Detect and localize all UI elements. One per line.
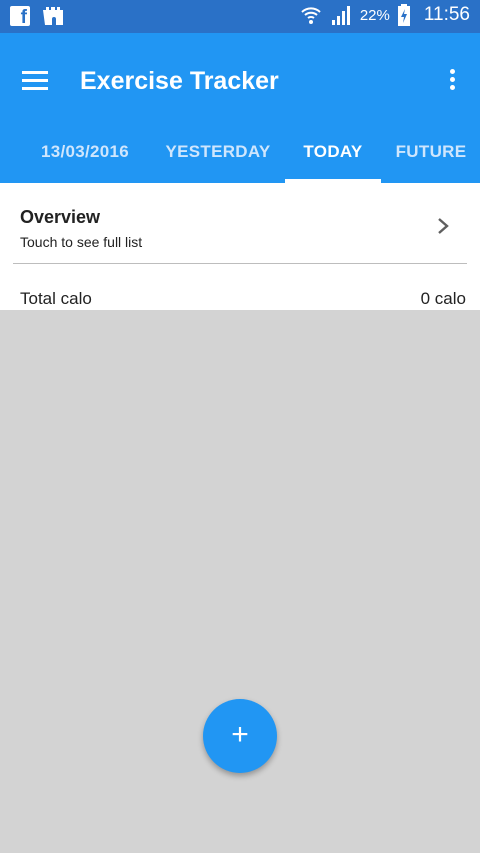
total-calories-value: 0 calo (420, 289, 466, 308)
page-title: Exercise Tracker (80, 67, 279, 95)
tab-yesterday[interactable]: YESTERDAY (158, 133, 278, 183)
hamburger-menu-icon[interactable] (22, 71, 52, 95)
wifi-icon (301, 7, 321, 24)
battery-percent: 22% (359, 6, 390, 24)
divider (13, 263, 467, 264)
tab-future[interactable]: FUTURE (390, 133, 472, 183)
signal-icon (331, 6, 350, 25)
clock: 11:56 (423, 4, 470, 25)
overview-subtitle: Touch to see full list (20, 234, 143, 250)
date-tabs: 13/03/2016 YESTERDAY TODAY FUTURE (0, 133, 480, 255)
add-icon: + (231, 718, 249, 751)
chevron-right-icon[interactable] (436, 217, 450, 235)
app-bar: Exercise Tracker 13/03/2016 YESTERDAY TO… (0, 33, 480, 255)
battery-charging-icon (397, 4, 410, 26)
overview-title: Overview (20, 207, 101, 227)
tab-13-03-2016[interactable]: 13/03/2016 (22, 133, 148, 183)
overview-card[interactable]: Overview Touch to see full list Total ca… (0, 183, 480, 310)
facebook-icon: f (10, 6, 30, 27)
status-bar: f 22% 11:56 (0, 0, 480, 33)
more-vert-icon[interactable] (446, 69, 458, 97)
add-exercise-button[interactable]: + (203, 699, 277, 773)
castle-icon (43, 7, 63, 25)
tab-today[interactable]: TODAY (285, 133, 381, 183)
total-calories-label: Total calo (20, 289, 92, 308)
